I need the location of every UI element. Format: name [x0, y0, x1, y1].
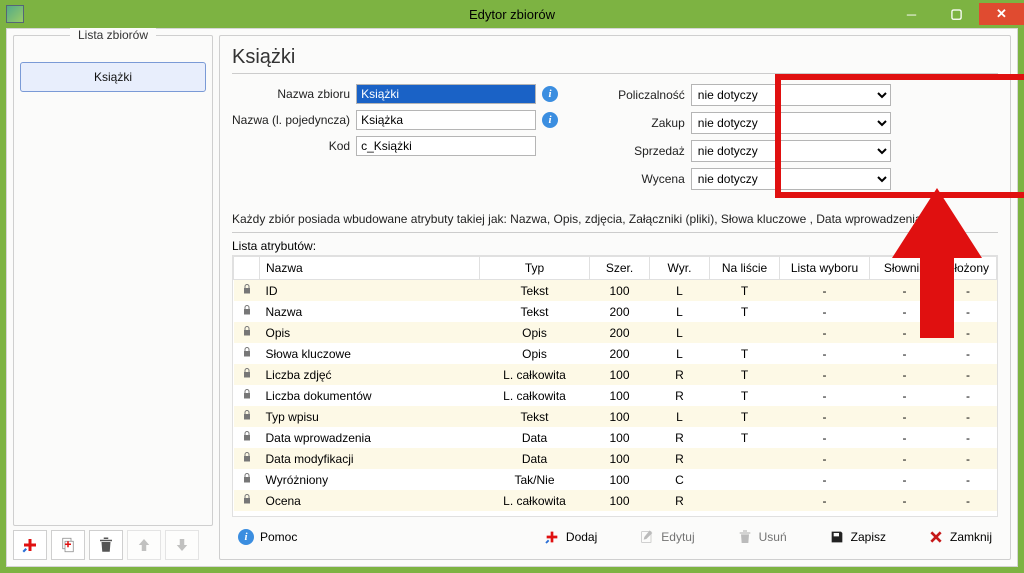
col-nazwa[interactable]: Nazwa: [260, 257, 480, 280]
table-row[interactable]: OpisOpis200L---: [234, 322, 997, 343]
table-row[interactable]: IDTekst100LT---: [234, 280, 997, 302]
lock-icon: [241, 325, 253, 337]
builtin-note: Każdy zbiór posiada wbudowane atrybuty t…: [232, 212, 998, 226]
help-button[interactable]: i Pomoc: [232, 525, 303, 549]
col-wyr[interactable]: Wyr.: [650, 257, 710, 280]
input-nazwa-zbioru[interactable]: [356, 84, 536, 104]
main-heading: Książki: [232, 46, 998, 74]
label-policzalnosc: Policzalność: [618, 88, 685, 102]
sidebar-group: Lista zbiorów Książki: [13, 35, 213, 526]
add-button[interactable]: Dodaj: [538, 525, 603, 549]
move-up-button[interactable]: [127, 530, 161, 560]
help-label: Pomoc: [260, 530, 297, 544]
table-row[interactable]: Słowa kluczoweOpis200LT---: [234, 343, 997, 364]
col-zlozony[interactable]: Złożony: [940, 257, 997, 280]
minimize-button[interactable]: ─: [889, 3, 934, 25]
label-wycena: Wycena: [618, 172, 685, 186]
edit-button[interactable]: Edytuj: [633, 525, 700, 549]
plus-icon: [544, 529, 560, 545]
col-naliscie[interactable]: Na liście: [710, 257, 780, 280]
sidebar-title: Lista zbiorów: [70, 28, 156, 42]
table-row[interactable]: WyróżnionyTak/Nie100C---: [234, 469, 997, 490]
lock-icon: [241, 430, 253, 442]
help-icon: i: [238, 529, 254, 545]
lock-icon: [241, 388, 253, 400]
input-kod[interactable]: [356, 136, 536, 156]
closeform-label: Zamknij: [950, 530, 992, 544]
combo-sprzedaz[interactable]: nie dotyczy: [691, 140, 891, 162]
close-icon: [928, 529, 944, 545]
lock-icon: [241, 472, 253, 484]
copy-collection-button[interactable]: [51, 530, 85, 560]
input-nazwa-poj[interactable]: [356, 110, 536, 130]
app-icon: [6, 5, 24, 23]
delete-collection-button[interactable]: [89, 530, 123, 560]
lock-icon: [241, 304, 253, 316]
lock-icon: [241, 283, 253, 295]
table-row[interactable]: OcenaL. całkowita100R---: [234, 490, 997, 511]
sidebar-item-ksiazki[interactable]: Książki: [20, 62, 206, 92]
save-icon: [829, 529, 845, 545]
maximize-button[interactable]: ▢: [934, 3, 979, 25]
table-row[interactable]: Liczba dokumentówL. całkowita100RT---: [234, 385, 997, 406]
info-icon[interactable]: i: [542, 86, 558, 102]
lock-icon: [241, 367, 253, 379]
move-down-button[interactable]: [165, 530, 199, 560]
col-typ[interactable]: Typ: [480, 257, 590, 280]
save-label: Zapisz: [851, 530, 886, 544]
close-button[interactable]: ✕: [979, 3, 1024, 25]
col-slownik[interactable]: Słownik: [870, 257, 940, 280]
combo-wycena[interactable]: nie dotyczy: [691, 168, 891, 190]
col-szer[interactable]: Szer.: [590, 257, 650, 280]
add-collection-button[interactable]: [13, 530, 47, 560]
col-listawyboru[interactable]: Lista wyboru: [780, 257, 870, 280]
label-zakup: Zakup: [618, 116, 685, 130]
info-icon[interactable]: i: [542, 112, 558, 128]
lock-icon: [241, 346, 253, 358]
attribute-list-title: Lista atrybutów:: [232, 232, 998, 255]
table-row[interactable]: Liczba zdjęćL. całkowita100RT---: [234, 364, 997, 385]
combo-policzalnosc[interactable]: nie dotyczy: [691, 84, 891, 106]
delete-label: Usuń: [759, 530, 787, 544]
label-nazwa-zbioru: Nazwa zbioru: [232, 87, 350, 101]
table-row[interactable]: NazwaTekst200LT---: [234, 301, 997, 322]
lock-icon: [241, 493, 253, 505]
main-panel: Książki Nazwa zbioru i Nazwa (l. pojedyn…: [219, 35, 1011, 560]
lock-icon: [241, 409, 253, 421]
combo-zakup[interactable]: nie dotyczy: [691, 112, 891, 134]
lock-icon: [241, 451, 253, 463]
table-row[interactable]: Data modyfikacjiData100R---: [234, 448, 997, 469]
add-label: Dodaj: [566, 530, 597, 544]
label-kod: Kod: [232, 139, 350, 153]
label-sprzedaz: Sprzedaż: [618, 144, 685, 158]
save-button[interactable]: Zapisz: [823, 525, 892, 549]
trash-icon: [737, 529, 753, 545]
delete-button[interactable]: Usuń: [731, 525, 793, 549]
label-nazwa-poj: Nazwa (l. pojedyncza): [232, 113, 350, 127]
window-title: Edytor zbiorów: [0, 7, 1024, 22]
closeform-button[interactable]: Zamknij: [922, 525, 998, 549]
edit-icon: [639, 529, 655, 545]
attribute-table: Nazwa Typ Szer. Wyr. Na liście Lista wyb…: [232, 255, 998, 517]
titlebar: Edytor zbiorów ─ ▢ ✕: [0, 0, 1024, 28]
edit-label: Edytuj: [661, 530, 694, 544]
table-row[interactable]: Data wprowadzeniaData100RT---: [234, 427, 997, 448]
table-row[interactable]: Typ wpisuTekst100LT---: [234, 406, 997, 427]
